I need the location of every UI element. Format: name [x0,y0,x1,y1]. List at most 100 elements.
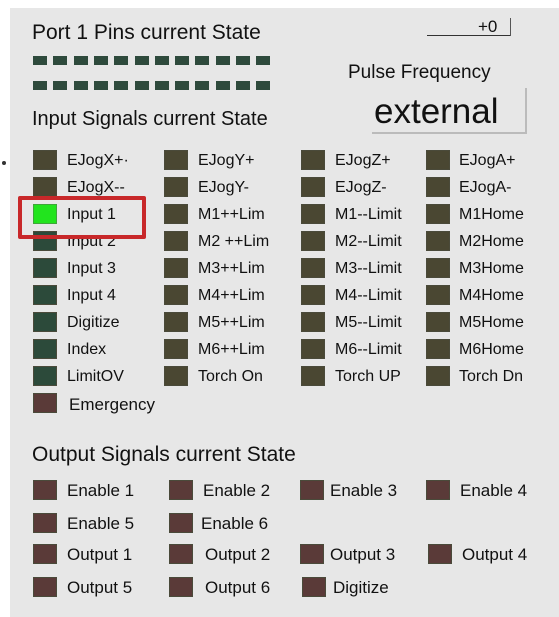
input-led-3-3 [301,204,325,224]
output-label: Output 6 [205,578,271,597]
input-1-highlight-box [18,196,146,239]
input-label: M4--Limit [335,287,402,304]
input-label: EJogA- [459,179,512,196]
output-signals-title: Output Signals current State [32,443,296,466]
output-label: Output 5 [67,578,133,597]
port-pin-led [256,56,271,65]
input-led-4-2 [426,177,450,197]
port-pin-led [195,56,210,65]
port-pin-led [175,81,190,90]
output-label: Output 1 [67,545,133,564]
output-led [169,513,193,533]
input-label: EJogX+· [67,152,129,169]
input-led-2-3 [164,204,188,224]
input-signals-title: Input Signals current State [32,108,268,130]
port-pin-led [114,56,129,65]
input-label: M2 ++Lim [198,233,270,250]
output-label: Output 4 [462,545,528,564]
counter-caret [510,18,511,36]
input-led-4-4 [426,231,450,251]
port-pin-led [73,56,88,65]
output-label: Output 2 [205,545,271,564]
input-led-1-7 [33,312,57,332]
input-led-3-8 [301,339,325,359]
port-pin-led [215,56,230,65]
input-label: EJogZ+ [335,152,391,169]
input-led-3-7 [301,312,325,332]
frequency-mode-value: external [374,92,499,131]
input-led-4-3 [426,204,450,224]
input-led-2-8 [164,339,188,359]
input-led-1-9 [33,366,57,386]
output-led [428,544,452,564]
input-label: EJogX-- [67,179,125,196]
port-pin-led [256,81,271,90]
output-label: Enable 6 [201,514,269,533]
port-pin-led [154,56,169,65]
output-led [33,577,57,597]
output-led [33,544,57,564]
output-led [33,480,57,500]
output-led [426,480,450,500]
output-label: Enable 5 [67,514,135,533]
port-pin-led [53,56,68,65]
input-led-3-2 [301,177,325,197]
input-led-3-6 [301,285,325,305]
input-label: M5++Lim [198,314,265,331]
input-label: Input 3 [67,260,116,277]
input-label: M3++Lim [198,260,265,277]
emergency-led [33,393,57,413]
input-led-4-8 [426,339,450,359]
input-label: Torch UP [335,368,401,385]
output-led [300,544,324,564]
port-pin-led [236,81,250,90]
input-led-3-5 [301,258,325,278]
input-led-3-1 [301,150,325,170]
input-label: Input 4 [67,287,116,304]
port-pin-led [195,81,210,90]
input-label: M1++Lim [198,206,265,223]
input-led-2-4 [164,231,188,251]
input-led-4-1 [426,150,450,170]
side-marker [2,161,6,165]
output-led [302,577,326,597]
input-label: M1--Limit [335,206,402,223]
output-label: Enable 3 [330,481,398,500]
output-label: Enable 4 [460,481,528,500]
input-label: M1Home [459,206,524,223]
output-led [169,544,193,564]
input-label: M4Home [459,287,524,304]
input-led-3-9 [301,366,325,386]
port-pin-led [114,81,129,90]
input-label: M3--Limit [335,260,402,277]
input-label: EJogY- [198,179,249,196]
output-led [169,480,193,500]
input-label: M3Home [459,260,524,277]
input-label: Digitize [67,314,120,331]
output-label: Enable 2 [203,481,271,500]
pulse-frequency-label: Pulse Frequency [348,62,491,83]
port-pin-led [33,81,47,90]
port-pin-led [73,81,88,90]
port-pin-led [93,81,108,90]
port-pin-led [215,81,230,90]
input-label: Torch On [198,368,263,385]
input-label: M5Home [459,314,524,331]
input-label: Index [67,341,107,358]
port-pin-led [93,56,108,65]
input-led-1-5 [33,258,57,278]
input-label: M2--Limit [335,233,402,250]
input-led-2-6 [164,285,188,305]
input-led-1-1 [33,150,57,170]
counter-value: +0 [478,17,498,36]
input-led-2-2 [164,177,188,197]
port-pin-led [236,56,250,65]
port-pin-led [53,81,68,90]
input-label: EJogA+ [459,152,516,169]
input-label: Torch Dn [459,368,524,385]
input-led-1-6 [33,285,57,305]
input-label: M6--Limit [335,341,402,358]
output-led [33,513,57,533]
output-label: Output 3 [330,545,396,564]
input-led-1-8 [33,339,57,359]
